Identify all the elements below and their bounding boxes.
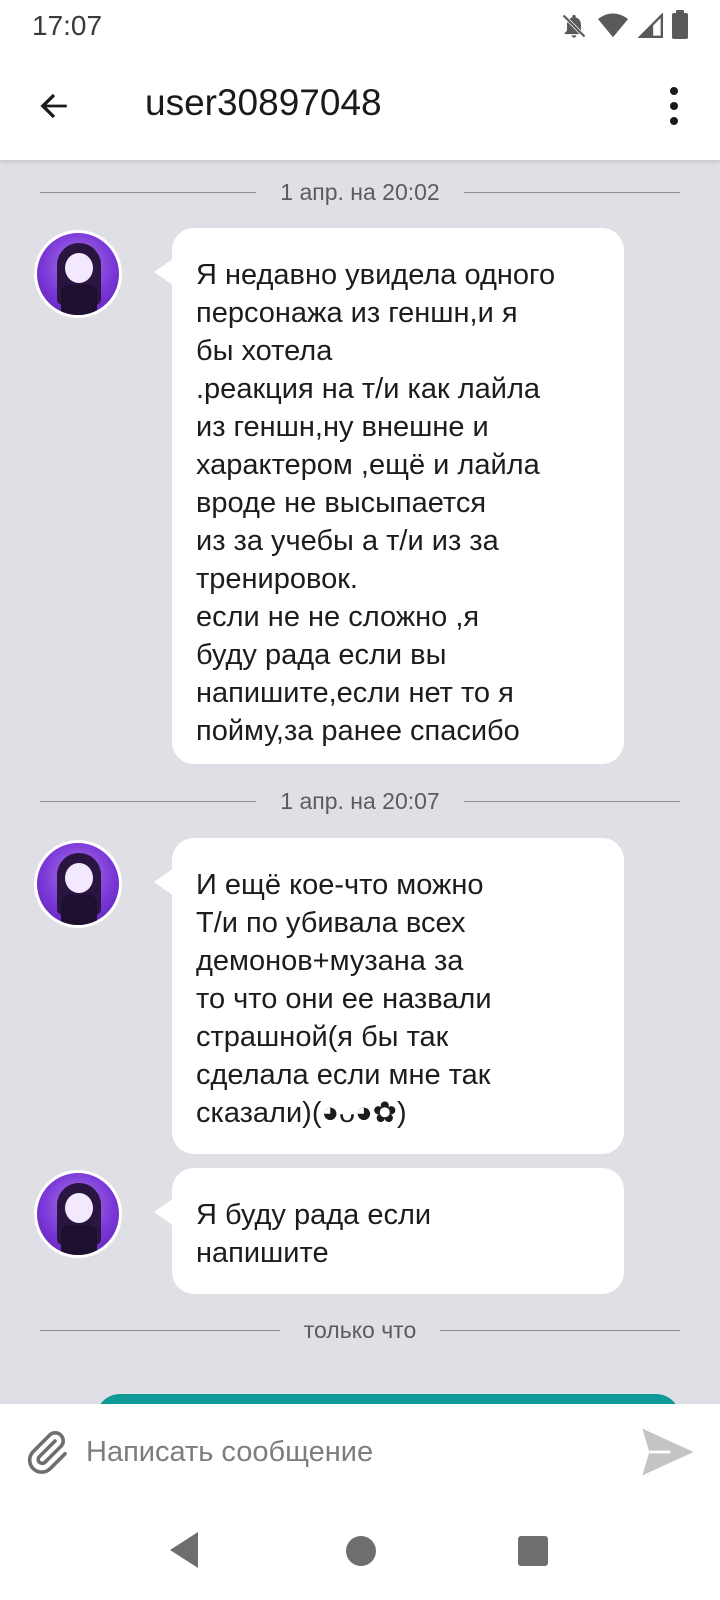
back-button[interactable] (24, 76, 84, 136)
system-nav-bar (0, 1502, 720, 1600)
message-bubble[interactable]: Я буду рада если напишите (154, 1168, 624, 1294)
battery-icon (672, 10, 688, 39)
message-list[interactable]: 1 апр. на 20:02 Я недавно увидела одного… (0, 160, 720, 1404)
message-bubble[interactable]: И ещё кое-что можно Т/и по убивала всех … (154, 838, 624, 1154)
app-bar: user30897048 (0, 52, 720, 160)
avatar[interactable] (34, 1170, 122, 1258)
nav-home-icon[interactable] (346, 1536, 376, 1566)
arrow-left-icon (40, 93, 67, 119)
send-button[interactable] (636, 1422, 700, 1482)
date-separator: только что (40, 1315, 680, 1345)
more-options-button[interactable] (658, 80, 690, 132)
bell-off-icon (560, 12, 588, 45)
wifi-icon (598, 13, 628, 44)
chat-title: user30897048 (145, 82, 382, 123)
status-bar: 17:07 (0, 0, 720, 52)
signal-icon (637, 12, 664, 44)
message-composer (0, 1404, 720, 1502)
date-separator-label: 1 апр. на 20:02 (280, 178, 440, 205)
status-icons (560, 12, 664, 45)
sent-message-bubble[interactable] (96, 1394, 680, 1404)
avatar[interactable] (34, 230, 122, 318)
paperclip-icon (27, 1431, 67, 1474)
date-separator-label: только что (303, 1316, 417, 1343)
date-separator: 1 апр. на 20:07 (40, 786, 681, 816)
more-vertical-icon (670, 87, 678, 95)
message-input[interactable] (86, 1424, 606, 1480)
attach-button[interactable] (18, 1424, 74, 1480)
nav-back-icon[interactable] (170, 1532, 198, 1568)
avatar[interactable] (34, 840, 122, 928)
date-separator-label: 1 апр. на 20:07 (280, 787, 440, 814)
nav-recents-icon[interactable] (518, 1536, 548, 1566)
send-icon (642, 1428, 694, 1476)
message-bubble[interactable]: Я недавно увидела одного персонажа из ге… (154, 228, 624, 764)
status-time: 17:07 (32, 10, 103, 41)
date-separator: 1 апр. на 20:02 (40, 177, 681, 207)
